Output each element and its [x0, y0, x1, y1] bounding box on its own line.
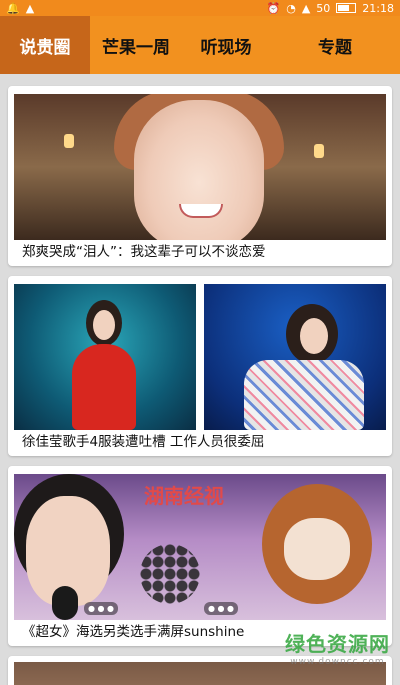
watermark-url: www.downcc.com: [290, 657, 385, 667]
article-thumbnail: 湖南经视 ● ● ● ● ● ●: [14, 474, 386, 620]
article-card[interactable]: 郑爽哭成“泪人”：我这辈子可以不谈恋爱: [8, 86, 392, 266]
status-bar: 🔔 ▲ ⏰ ◔ ▲ 50 21:18: [0, 0, 400, 16]
network-label: 50: [316, 1, 331, 15]
article-card[interactable]: 徐佳莹歌手4服装遭吐槽 工作人员很委屈: [8, 276, 392, 456]
wifi-icon: ◔: [286, 1, 296, 15]
tab-bar: 说贵圈 芒果一周 听现场 专题: [0, 16, 400, 74]
article-title: 《超女》海选另类选手满屏sunshine: [22, 624, 245, 640]
article-thumbnail-right: [204, 284, 386, 430]
watermark: 绿色资源网 www.downcc.com: [285, 628, 390, 667]
tab-zhuanti[interactable]: 专题: [270, 16, 400, 74]
article-thumbnail: [14, 94, 386, 240]
tab-shuoguiquan[interactable]: 说贵圈: [0, 16, 90, 74]
article-feed[interactable]: 郑爽哭成“泪人”：我这辈子可以不谈恋爱 徐佳莹歌手4服装遭吐槽 工作人员很委屈 …: [0, 74, 400, 685]
article-title: 徐佳莹歌手4服装遭吐槽 工作人员很委屈: [22, 434, 265, 450]
tab-tingxianchang[interactable]: 听现场: [182, 16, 270, 74]
tab-mangguo-yizhou[interactable]: 芒果一周: [90, 16, 182, 74]
article-card[interactable]: 湖南经视 ● ● ● ● ● ● 《超女》海选另类选手满屏sunshine: [8, 466, 392, 646]
clock: 21:18: [362, 1, 394, 15]
signal-icon: ▲: [301, 1, 311, 15]
article-title: 郑爽哭成“泪人”：我这辈子可以不谈恋爱: [22, 244, 266, 260]
battery-icon: [336, 3, 357, 13]
image-banner-text: 湖南经视: [144, 484, 224, 508]
notification-icon: 🔔: [6, 1, 20, 15]
watermark-title: 绿色资源网: [285, 632, 390, 656]
alarm-icon: ⏰: [266, 1, 281, 15]
warning-icon: ▲: [25, 1, 35, 15]
article-thumbnail-left: [14, 284, 196, 430]
